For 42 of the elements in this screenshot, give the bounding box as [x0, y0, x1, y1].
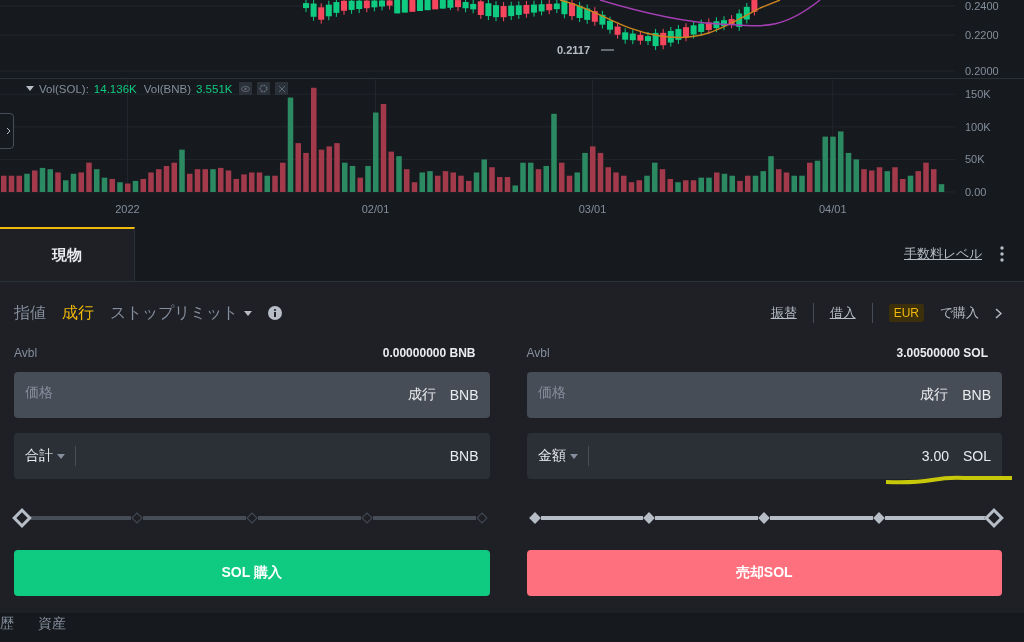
date-axis-label: 03/01	[578, 203, 607, 215]
currency-badge: EUR	[888, 304, 924, 322]
amount-type-dropdown[interactable]: 合計	[25, 447, 65, 465]
price-axis-label: 0.2200	[965, 29, 999, 41]
legend-value: 14.136K	[93, 82, 137, 95]
unit-label: BNB	[962, 387, 991, 403]
available-balance: 0.00000000 BNB	[382, 346, 476, 360]
amount-field[interactable]: 合計 BNB	[14, 433, 490, 479]
volume-axis-label: 0.00	[965, 186, 987, 198]
bottom-tab[interactable]: 資産	[38, 615, 66, 633]
order-type-tab[interactable]: 指値	[14, 302, 46, 324]
text-link[interactable]: 振替	[770, 304, 797, 322]
price-axis-label: 0.2000	[965, 65, 999, 77]
price-value: 成行	[920, 386, 949, 404]
volume-axis-label: 100K	[965, 120, 991, 133]
volume-axis-label: 150K	[965, 88, 991, 101]
amount-type-dropdown[interactable]: 金額	[537, 447, 578, 465]
amount-field[interactable]: 金額 3.00 SOL	[526, 433, 1002, 479]
order-type-tab[interactable]: 成行	[62, 302, 94, 324]
spot-tab[interactable]: 現物	[0, 227, 135, 281]
order-type-tab[interactable]: ストップリミット	[110, 302, 252, 324]
volume-axis-label: 50K	[965, 153, 985, 166]
legend-label: Vol(SOL):	[39, 82, 89, 95]
legend-label: Vol(BNB)	[143, 82, 191, 95]
available-balance: 3.00500000 SOL	[896, 346, 988, 360]
fee-level-link[interactable]: 手数料レベル	[904, 245, 982, 263]
low-price-label: 0.2117	[557, 44, 591, 56]
text-link[interactable]: 借入	[829, 304, 856, 322]
available-label: Avbl	[14, 346, 38, 360]
unit-label: BNB	[449, 387, 479, 403]
date-axis-label: 02/01	[361, 203, 390, 215]
amount-value: 3.00	[921, 448, 949, 464]
legend-value: 3.551K	[196, 82, 233, 95]
available-label: Avbl	[526, 346, 550, 360]
unit-label: BNB	[449, 448, 479, 464]
date-axis-label: 2022	[115, 203, 140, 215]
bottom-tab[interactable]: 歴	[0, 615, 14, 633]
unit-label: SOL	[963, 448, 991, 464]
price-value: 成行	[407, 386, 436, 404]
price-axis-label: 0.2400	[965, 0, 999, 12]
buy-with-link[interactable]: で購入	[940, 304, 979, 322]
date-axis-label: 04/01	[819, 203, 847, 215]
